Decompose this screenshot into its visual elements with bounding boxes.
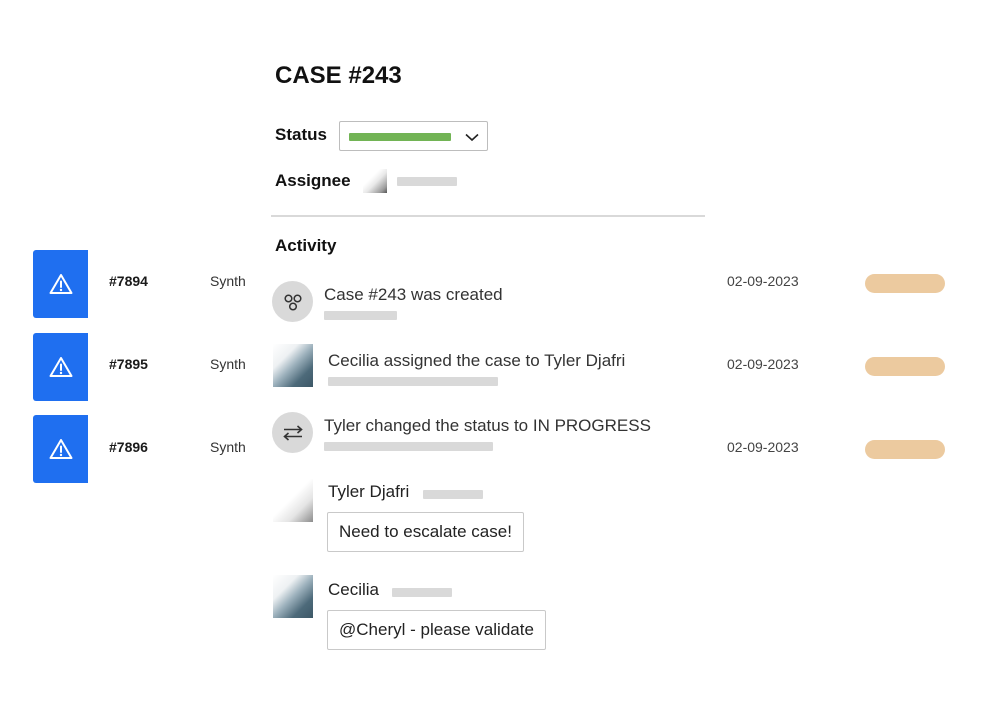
comment-bubble: @Cheryl - please validate <box>327 610 546 650</box>
alert-date: 02-09-2023 <box>727 273 799 289</box>
case-nodes-icon <box>272 281 313 322</box>
alert-icon-box <box>33 415 88 483</box>
activity-meta-placeholder <box>328 377 498 386</box>
alert-icon-box <box>33 333 88 401</box>
activity-meta-placeholder <box>324 442 493 451</box>
comment-time-placeholder <box>392 588 452 597</box>
assignee-label: Assignee <box>275 171 351 190</box>
status-color-bar <box>349 133 451 141</box>
warning-icon <box>49 357 72 377</box>
alert-date: 02-09-2023 <box>727 439 799 455</box>
swap-arrows-icon <box>272 412 313 453</box>
chevron-down-icon <box>465 133 479 142</box>
status-label: Status <box>275 125 327 144</box>
activity-text: Tyler changed the status to IN PROGRESS <box>324 416 651 435</box>
assignee-name-placeholder <box>397 177 457 186</box>
activity-text: Case #243 was created <box>324 285 503 304</box>
comment-time-placeholder <box>423 490 483 499</box>
avatar <box>273 479 313 522</box>
alert-date: 02-09-2023 <box>727 356 799 372</box>
alert-icon-box <box>33 250 88 318</box>
comment-author: Cecilia <box>328 580 380 599</box>
assignee-avatar[interactable] <box>363 169 387 193</box>
status-dropdown[interactable] <box>339 121 488 151</box>
activity-text: Cecilia assigned the case to Tyler Djafr… <box>328 351 626 370</box>
warning-icon <box>49 439 72 459</box>
alert-source: Synth <box>210 356 246 372</box>
activity-meta-placeholder <box>324 311 397 320</box>
comment-bubble: Need to escalate case! <box>327 512 524 552</box>
comment-author: Tyler Djafri <box>328 482 410 501</box>
alert-id: #7895 <box>109 356 148 372</box>
alert-id: #7894 <box>109 273 148 289</box>
avatar <box>273 344 313 387</box>
alert-severity-pill <box>865 440 945 459</box>
activity-heading: Activity <box>275 236 337 255</box>
case-title: CASE #243 <box>275 62 402 89</box>
avatar <box>273 575 313 618</box>
alert-source: Synth <box>210 273 246 289</box>
alert-id: #7896 <box>109 439 148 455</box>
alert-severity-pill <box>865 357 945 376</box>
alert-severity-pill <box>865 274 945 293</box>
alert-source: Synth <box>210 439 246 455</box>
warning-icon <box>49 274 72 294</box>
divider <box>271 215 705 217</box>
